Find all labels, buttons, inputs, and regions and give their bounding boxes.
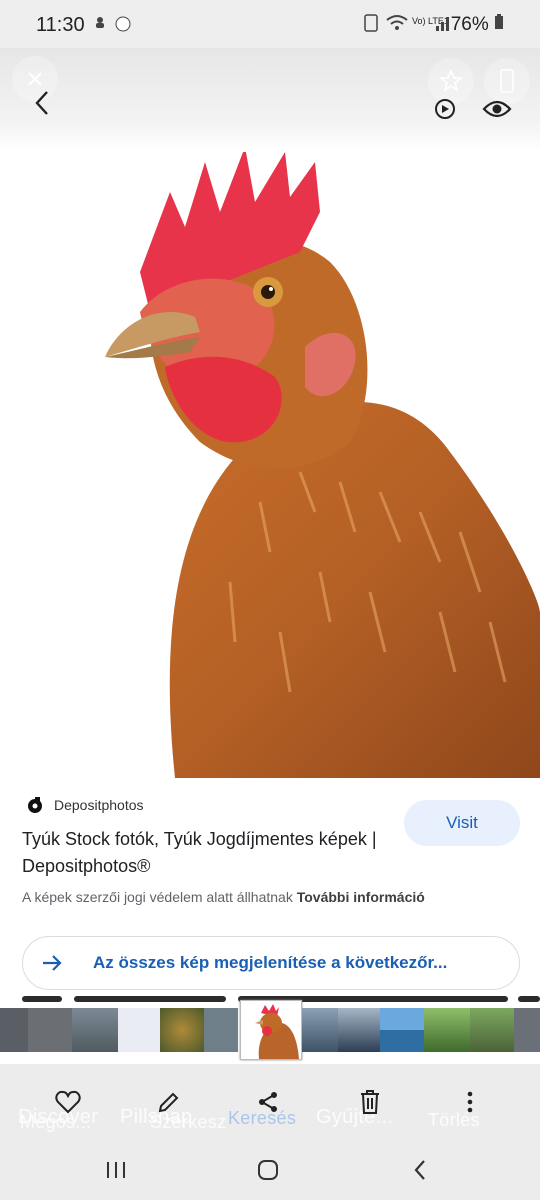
strip-indicator xyxy=(518,996,540,1002)
more-info-link[interactable]: További információ xyxy=(297,889,425,905)
thumbnail[interactable] xyxy=(470,1008,514,1052)
battery-value: 76% xyxy=(450,14,489,35)
arrow-right-icon xyxy=(41,954,63,972)
thumbnail-selected[interactable] xyxy=(240,1000,302,1060)
image-viewer-toolbar xyxy=(0,48,540,152)
thumbnail[interactable] xyxy=(0,1008,28,1052)
bottom-action-bar: Discover Megos... Pillsnap Szerkesz Kere… xyxy=(0,1064,540,1138)
recents-icon xyxy=(107,1162,125,1178)
signal-icon xyxy=(434,14,452,37)
nfc-icon xyxy=(364,14,378,37)
thumbnail[interactable] xyxy=(338,1008,380,1052)
battery-icon xyxy=(495,14,503,29)
more-vert-icon xyxy=(467,1091,473,1113)
favorite-button[interactable] xyxy=(48,1082,88,1122)
edit-button[interactable] xyxy=(149,1082,189,1122)
app-notification-icon xyxy=(114,14,132,37)
status-time: 11:30 xyxy=(36,14,85,36)
eye-icon[interactable] xyxy=(474,86,520,132)
source-row[interactable]: Depositphotos xyxy=(26,796,144,814)
chicken-photo xyxy=(0,152,540,778)
home-icon xyxy=(258,1160,278,1180)
strip-indicator xyxy=(22,996,62,1002)
home-button[interactable] xyxy=(250,1156,286,1184)
thumbnail[interactable] xyxy=(514,1008,540,1052)
status-bar: 11:30 Vo) LTE1 76% xyxy=(0,0,540,48)
thumbnail[interactable] xyxy=(302,1008,338,1052)
thumbnail[interactable] xyxy=(72,1008,118,1052)
thumbnail-strip[interactable] xyxy=(0,996,540,1064)
lens-icon[interactable] xyxy=(422,86,468,132)
pencil-icon xyxy=(158,1092,179,1113)
visit-button[interactable]: Visit xyxy=(404,800,520,846)
notification-icon xyxy=(92,14,108,35)
thumbnail[interactable] xyxy=(424,1008,470,1052)
system-back-button[interactable] xyxy=(402,1156,438,1184)
system-navigation-bar xyxy=(0,1138,540,1200)
back-button[interactable] xyxy=(18,78,68,128)
heart-icon xyxy=(55,1090,81,1114)
see-all-images-button[interactable]: Az összes kép megjelenítése a következőr… xyxy=(22,936,520,990)
source-name: Depositphotos xyxy=(54,797,144,813)
recent-apps-button[interactable] xyxy=(98,1156,134,1184)
copyright-text: A képek szerzői jogi védelem alatt állha… xyxy=(22,889,293,905)
share-icon xyxy=(259,1092,277,1112)
strip-indicator xyxy=(74,996,226,1002)
thumbnail[interactable] xyxy=(380,1008,424,1052)
thumbnail[interactable] xyxy=(160,1008,204,1052)
wifi-icon xyxy=(386,14,408,37)
see-all-label: Az összes kép megjelenítése a következőr… xyxy=(93,953,448,972)
share-button[interactable] xyxy=(248,1082,288,1122)
thumbnail[interactable] xyxy=(118,1008,160,1052)
back-chevron-icon xyxy=(414,1160,425,1180)
depositphotos-logo-icon xyxy=(28,797,42,813)
result-title[interactable]: Tyúk Stock fotók, Tyúk Jogdíjmentes képe… xyxy=(22,826,392,880)
thumbnail[interactable] xyxy=(204,1008,238,1052)
trash-icon xyxy=(361,1090,379,1114)
battery-percent: 76% xyxy=(451,14,504,36)
delete-button[interactable] xyxy=(350,1082,390,1122)
more-menu-button[interactable] xyxy=(450,1082,490,1122)
thumbnail[interactable] xyxy=(28,1008,72,1052)
copyright-notice: A képek szerzői jogi védelem alatt állha… xyxy=(22,889,425,905)
result-card: Depositphotos Tyúk Stock fotók, Tyúk Jog… xyxy=(0,778,540,998)
